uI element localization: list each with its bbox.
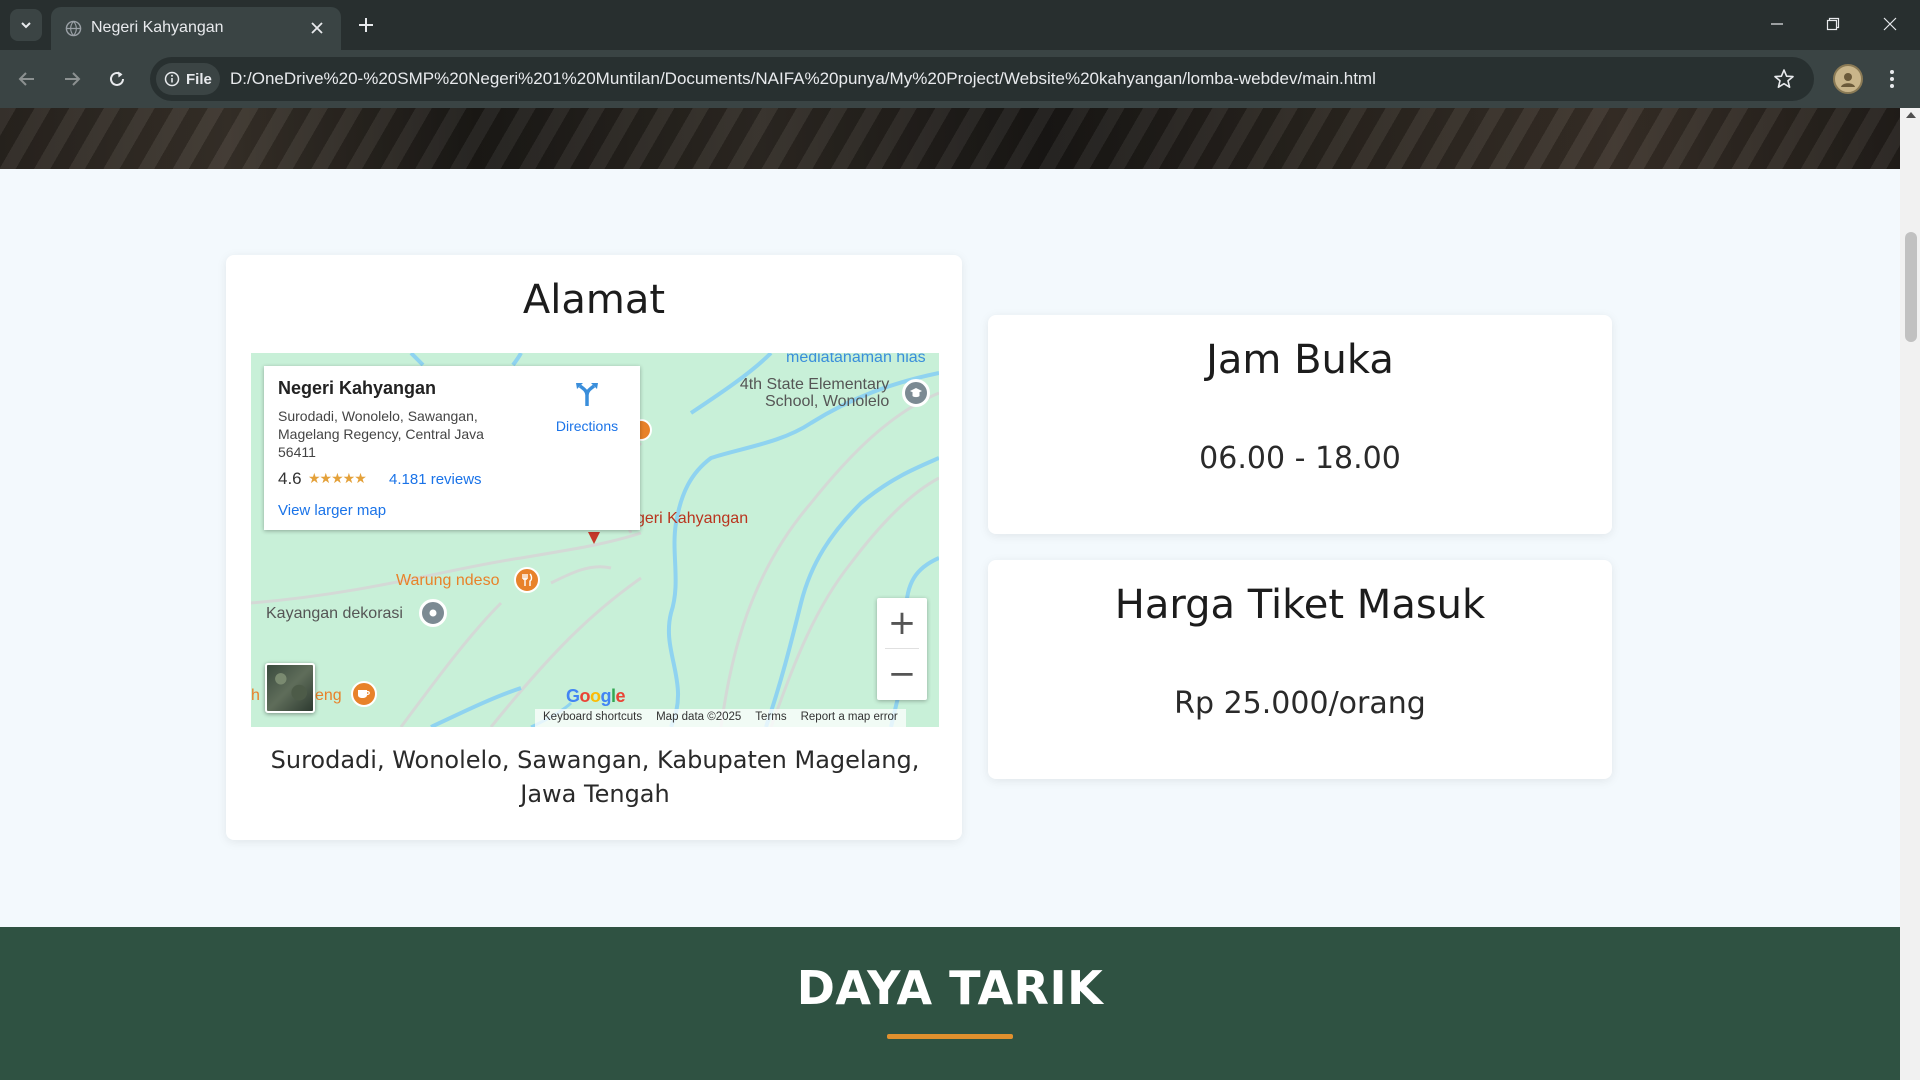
directions-button[interactable]: Directions — [549, 381, 625, 434]
address-text: Surodadi, Wonolelo, Sawangan, Kabupaten … — [270, 746, 920, 808]
url-text[interactable]: D:/OneDrive%20-%20SMP%20Negeri%201%20Mun… — [230, 69, 1376, 89]
reload-icon — [110, 71, 124, 86]
embedded-map[interactable]: mediatanaman hias 4th State Elementary S… — [251, 353, 939, 727]
page-scrollbar[interactable] — [1900, 108, 1920, 1080]
new-tab-button[interactable] — [350, 9, 382, 41]
attractions-section: DAYA TARIK — [0, 927, 1900, 1080]
map-data-text: Map data ©2025 — [656, 711, 742, 723]
satellite-view-toggle[interactable] — [265, 663, 315, 713]
tab-search-button[interactable] — [10, 9, 42, 41]
arrow-left-icon — [18, 72, 34, 86]
view-larger-map-link[interactable]: View larger map — [278, 502, 386, 519]
map-attribution: Keyboard shortcuts Map data ©2025 Terms … — [535, 709, 906, 727]
browser-titlebar: Negeri Kahyangan — [0, 0, 1920, 50]
directions-label: Directions — [555, 418, 619, 434]
map-label-place[interactable]: geri Kahyangan — [636, 510, 748, 528]
address-card: Alamat mediatanaman hias 4th State Eleme… — [226, 255, 962, 840]
browser-tab[interactable]: Negeri Kahyangan — [51, 7, 341, 50]
rating-stars-icon: ★★★★★ — [308, 470, 367, 486]
map-place-name: Negeri Kahyangan — [278, 378, 437, 398]
directions-icon — [576, 383, 598, 406]
keyboard-shortcuts-link[interactable]: Keyboard shortcuts — [543, 711, 642, 725]
map-rating: 4.6 — [278, 469, 302, 488]
bookmark-star-icon[interactable] — [1772, 67, 1796, 91]
google-logo: Google — [566, 686, 626, 706]
map-reviews-link[interactable]: 4.181 reviews — [389, 471, 482, 488]
map-label-kayangan[interactable]: Kayangan dekorasi — [266, 605, 403, 623]
plus-icon — [359, 18, 373, 32]
minimize-icon — [1771, 23, 1783, 25]
globe-icon — [65, 20, 82, 37]
attractions-underline — [887, 1034, 1013, 1039]
info-icon — [164, 71, 180, 87]
attractions-title: DAYA TARIK — [796, 961, 1104, 1015]
site-chip-label: File — [186, 70, 212, 88]
report-map-error-link[interactable]: Report a map error — [801, 711, 898, 725]
close-icon — [1883, 17, 1897, 31]
tab-title: Negeri Kahyangan — [91, 19, 224, 36]
map-zoom-controls: + − — [877, 598, 927, 700]
page-viewport: Alamat mediatanaman hias 4th State Eleme… — [0, 108, 1900, 1080]
scroll-up-arrow-icon[interactable] — [1906, 112, 1916, 118]
ticket-card: Harga Tiket Masuk Rp 25.000/orang — [988, 560, 1612, 779]
address-bar[interactable]: File D:/OneDrive%20-%20SMP%20Negeri%201%… — [150, 57, 1814, 101]
place-pin-icon[interactable] — [587, 531, 601, 545]
restaurant-marker-icon[interactable] — [514, 567, 540, 593]
map-place-address: Surodadi, Wonolelo, Sawangan, Magelang R… — [278, 408, 484, 460]
map-label-eng[interactable]: eng — [315, 687, 342, 705]
zoom-in-button[interactable]: + — [877, 598, 927, 648]
avatar-icon — [1841, 73, 1855, 87]
map-label-school-line2: School, Wonolelo — [765, 393, 890, 410]
close-tab-icon[interactable] — [305, 16, 329, 40]
scrollbar-thumb[interactable] — [1905, 232, 1917, 342]
map-label-h[interactable]: h — [251, 687, 260, 705]
kebab-menu-icon — [1890, 70, 1894, 88]
minimize-button[interactable] — [1755, 6, 1799, 42]
map-info-card: Negeri Kahyangan Surodadi, Wonolelo, Saw… — [264, 366, 640, 530]
hours-card: Jam Buka 06.00 - 18.00 — [988, 315, 1612, 534]
site-info-chip[interactable]: File — [156, 63, 220, 95]
back-button[interactable] — [9, 61, 45, 97]
browser-menu-button[interactable] — [1880, 64, 1904, 94]
map-label-school[interactable]: 4th State Elementary School, Wonolelo — [739, 376, 889, 410]
hours-title: Jam Buka — [1206, 337, 1394, 383]
map-label-school-line1: 4th State Elementary — [739, 376, 890, 393]
ticket-value: Rp 25.000/orang — [1174, 686, 1426, 721]
hours-value: 06.00 - 18.00 — [1199, 441, 1401, 476]
school-marker-icon[interactable] — [902, 379, 930, 407]
ticket-title: Harga Tiket Masuk — [1114, 582, 1486, 628]
zoom-out-button[interactable]: − — [877, 649, 927, 699]
map-label-warung[interactable]: Warung ndeso — [396, 572, 499, 590]
restore-button[interactable] — [1811, 6, 1855, 42]
chevron-down-icon — [21, 22, 31, 29]
terms-link[interactable]: Terms — [755, 711, 786, 725]
close-window-button[interactable] — [1868, 6, 1912, 42]
reload-button[interactable] — [99, 61, 135, 97]
hero-image-strip — [0, 108, 1900, 169]
restore-icon — [1826, 17, 1840, 31]
forward-button[interactable] — [54, 61, 90, 97]
location-marker-icon[interactable] — [419, 599, 447, 627]
address-title: Alamat — [522, 277, 666, 323]
browser-toolbar: File D:/OneDrive%20-%20SMP%20Negeri%201%… — [0, 50, 1920, 108]
cafe-marker-icon[interactable] — [351, 681, 377, 707]
profile-avatar[interactable] — [1833, 64, 1863, 94]
arrow-right-icon — [65, 72, 81, 86]
map-label-mediatanaman[interactable]: mediatanaman hias — [786, 353, 926, 367]
